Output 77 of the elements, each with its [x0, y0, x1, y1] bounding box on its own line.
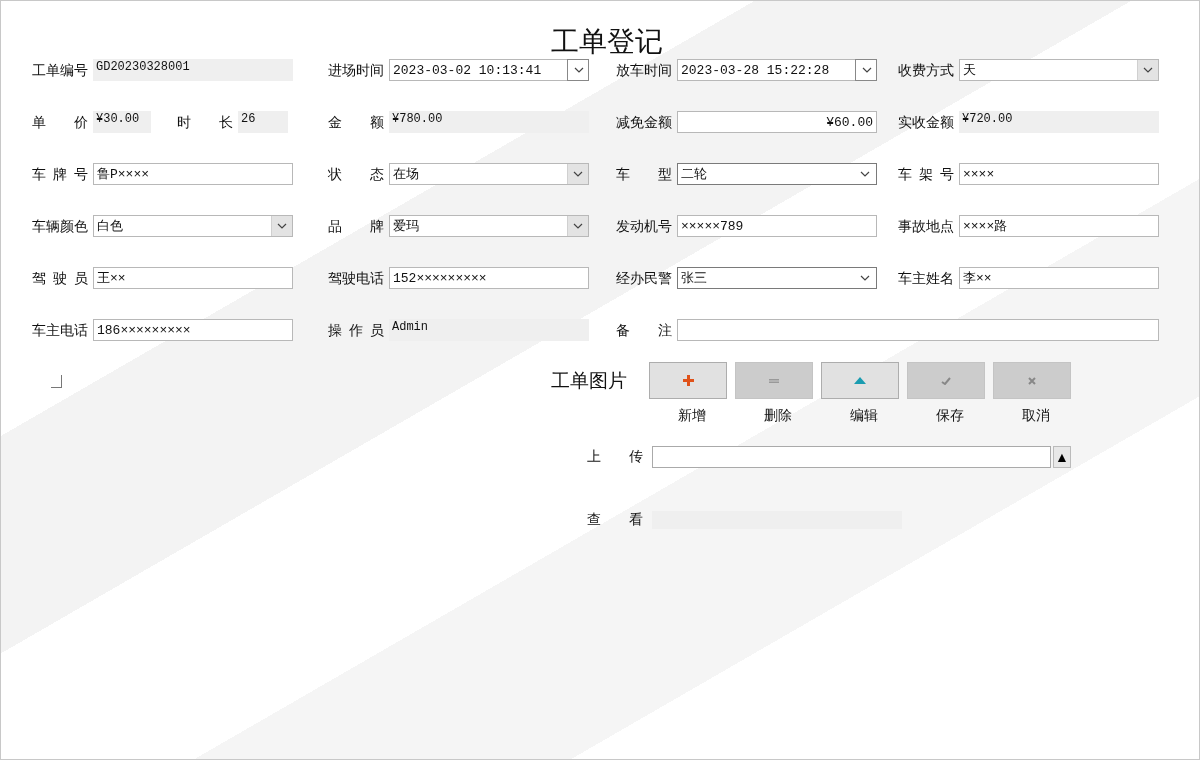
button-caption: 删除	[763, 407, 793, 425]
field-label: 收费方式	[898, 61, 954, 80]
toolbar-button[interactable]	[649, 362, 727, 399]
field-label: 上 传	[587, 448, 643, 466]
field-label: 车 架 号	[898, 165, 954, 184]
triangle-up-icon	[854, 377, 866, 384]
button-caption: 取消	[1021, 407, 1051, 425]
field-label: 车辆颜色	[32, 217, 88, 236]
button-caption: 新增	[677, 407, 707, 425]
text-field[interactable]: ××××	[959, 163, 1159, 185]
field-label: 时 长	[177, 113, 233, 132]
dropdown-field[interactable]: 二轮	[677, 163, 877, 185]
field-label: 查 看	[587, 511, 643, 529]
text-field[interactable]: 鲁P××××	[93, 163, 293, 185]
chevron-down-icon	[862, 67, 872, 73]
minus-icon	[769, 378, 779, 383]
text-field[interactable]: ××××路	[959, 215, 1159, 237]
dropdown-field[interactable]: 爱玛	[389, 215, 589, 237]
field-label: 车主电话	[32, 321, 88, 340]
chevron-down-icon	[573, 171, 583, 177]
field-label: 驾 驶 员	[32, 269, 88, 288]
upload-field[interactable]	[652, 446, 1051, 468]
readonly-field: 26	[238, 111, 288, 133]
chevron-down-icon	[574, 67, 584, 73]
dropdown-field[interactable]: 在场	[389, 163, 589, 185]
chevron-down-icon	[573, 223, 583, 229]
amount-field[interactable]: ¥60.00	[677, 111, 877, 133]
field-label: 操 作 员	[328, 321, 384, 340]
field-label: 实收金额	[898, 113, 954, 132]
field-label: 减免金额	[616, 113, 672, 132]
field-label: 进场时间	[328, 61, 384, 80]
field-label: 金 额	[328, 113, 384, 132]
close-icon	[1028, 376, 1036, 385]
form-title: 工单登记	[550, 24, 664, 58]
field-label: 单 价	[32, 113, 88, 132]
text-field[interactable]: 李××	[959, 267, 1159, 289]
chevron-down-icon	[860, 171, 870, 177]
field-label: 事故地点	[898, 217, 954, 236]
toolbar-button[interactable]	[821, 362, 899, 399]
field-label: 车 型	[616, 165, 672, 184]
readonly-field: ¥30.00	[93, 111, 151, 133]
dropdown-button[interactable]	[855, 59, 877, 81]
chevron-down-icon	[277, 223, 287, 229]
field-label: 状 态	[328, 165, 384, 184]
dropdown-field[interactable]: 天	[959, 59, 1159, 81]
readonly-field: ¥720.00	[959, 111, 1159, 133]
field-label: 驾驶电话	[328, 269, 384, 288]
button-caption: 编辑	[849, 407, 879, 425]
field-label: 车主姓名	[898, 269, 954, 288]
field-label: 发动机号	[616, 217, 672, 236]
field-label: 经办民警	[616, 269, 672, 288]
readonly-field: ¥780.00	[389, 111, 589, 133]
chevron-down-icon	[860, 275, 870, 281]
dropdown-field[interactable]: 张三	[677, 267, 877, 289]
field-label: 品 牌	[328, 217, 384, 236]
text-field[interactable]: 152×××××××××	[389, 267, 589, 289]
text-field[interactable]: 186×××××××××	[93, 319, 293, 341]
readonly-field: Admin	[389, 319, 589, 341]
section-title: 工单图片	[551, 367, 627, 393]
plus-icon	[682, 375, 694, 386]
date-time-field[interactable]: 2023-03-28 15:22:28	[677, 59, 856, 81]
button-caption: 保存	[935, 407, 965, 425]
field-label: 工单编号	[32, 61, 88, 80]
dropdown-field[interactable]: 白色	[93, 215, 293, 237]
corner-mark	[51, 375, 62, 388]
text-field[interactable]	[677, 319, 1159, 341]
readonly-field: GD20230328001	[93, 59, 293, 81]
field-label: 放车时间	[616, 61, 672, 80]
check-icon	[941, 376, 951, 385]
chevron-down-icon	[1143, 67, 1153, 73]
dropdown-button[interactable]	[567, 59, 589, 81]
date-time-field[interactable]: 2023-03-02 10:13:41	[389, 59, 568, 81]
upload-button[interactable]: ▲	[1053, 446, 1071, 468]
field-label: 车 牌 号	[32, 165, 88, 184]
text-field[interactable]: 王××	[93, 267, 293, 289]
text-field[interactable]: ×××××789	[677, 215, 877, 237]
field-label: 备 注	[616, 321, 672, 340]
